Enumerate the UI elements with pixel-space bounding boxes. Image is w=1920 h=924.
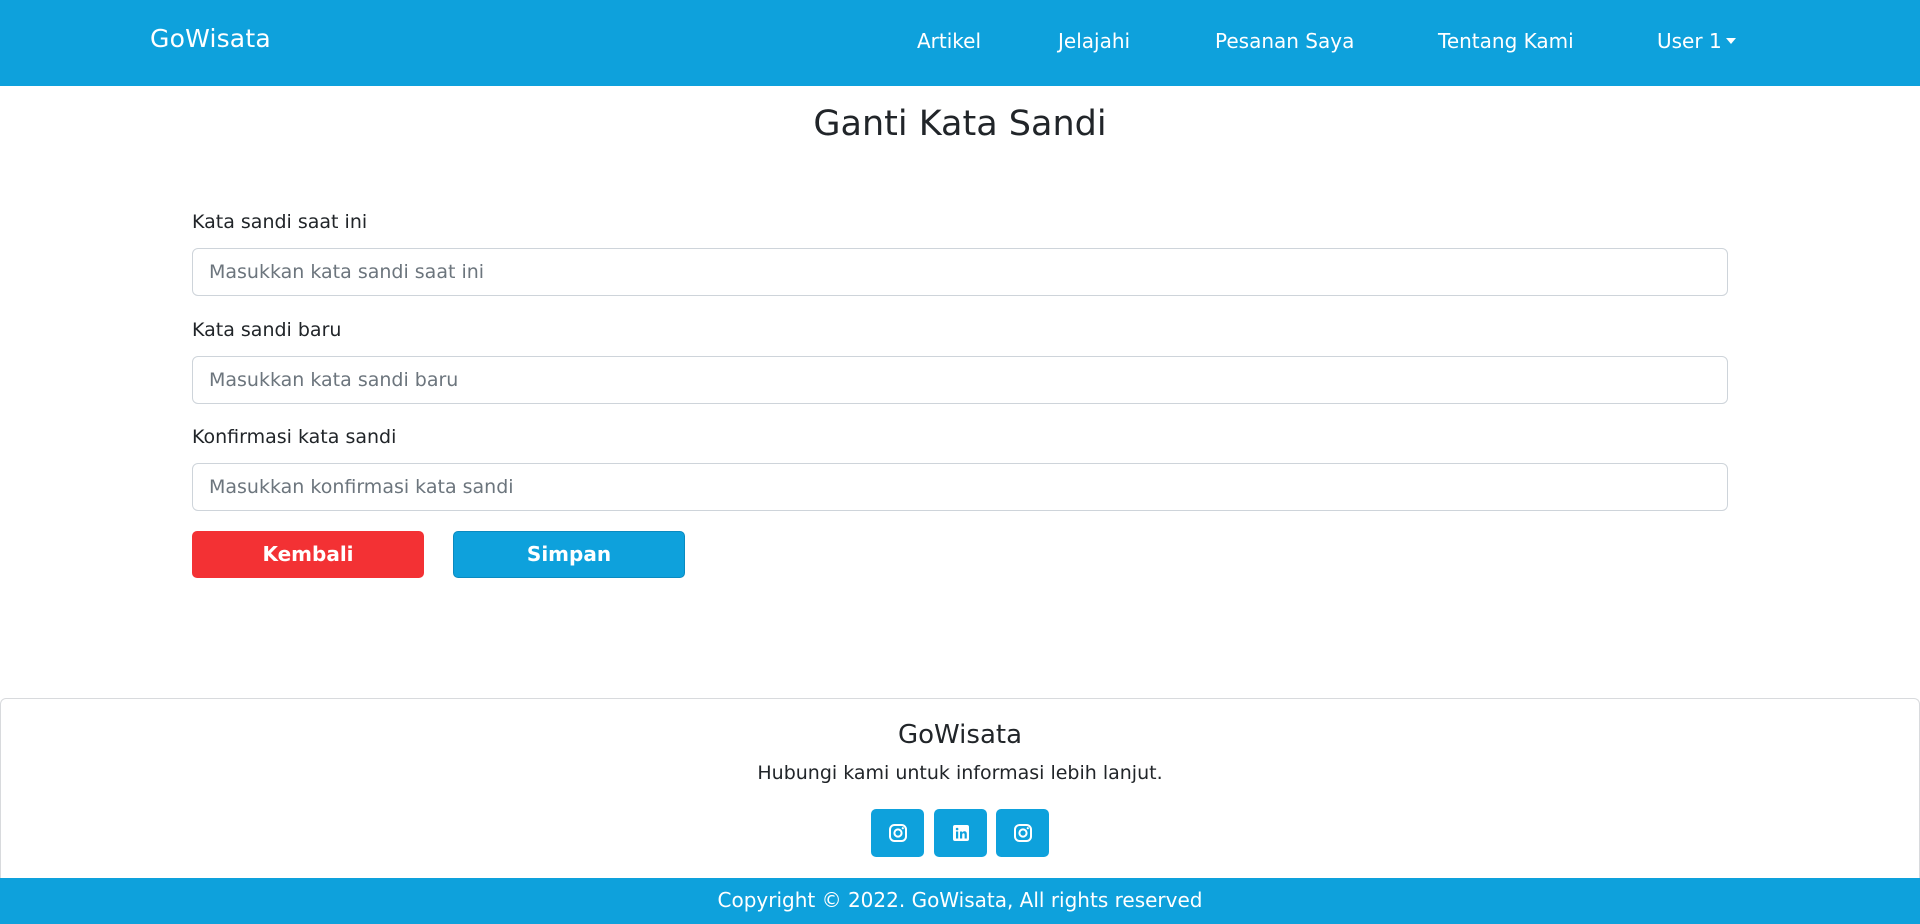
copyright-text: Copyright © 2022. GoWisata, All rights r… bbox=[717, 888, 1203, 912]
instagram-icon bbox=[1013, 824, 1032, 842]
current-password-input[interactable] bbox=[192, 248, 1728, 296]
brand-logo[interactable]: GoWisata bbox=[150, 24, 271, 53]
nav-link-pesanan-saya[interactable]: Pesanan Saya bbox=[1215, 29, 1354, 53]
nav-link-tentang-kami[interactable]: Tentang Kami bbox=[1438, 29, 1574, 53]
confirm-password-label: Konfirmasi kata sandi bbox=[192, 426, 397, 448]
instagram-link-button-2[interactable] bbox=[996, 809, 1049, 857]
new-password-label: Kata sandi baru bbox=[192, 319, 342, 341]
user-menu-dropdown[interactable]: User 1 bbox=[1657, 29, 1736, 53]
linkedin-icon bbox=[952, 825, 969, 841]
footer-tagline: Hubungi kami untuk informasi lebih lanju… bbox=[757, 762, 1163, 784]
back-button[interactable]: Kembali bbox=[192, 531, 424, 578]
instagram-icon bbox=[888, 824, 907, 842]
caret-down-icon bbox=[1725, 38, 1736, 44]
instagram-link-button[interactable] bbox=[871, 809, 924, 857]
user-menu-label: User 1 bbox=[1657, 29, 1722, 53]
save-button[interactable]: Simpan bbox=[453, 531, 685, 578]
page-title: Ganti Kata Sandi bbox=[813, 104, 1107, 144]
footer-brand: GoWisata bbox=[897, 720, 1023, 750]
top-navbar: GoWisata Artikel Jelajahi Pesanan Saya T… bbox=[0, 0, 1920, 86]
nav-link-artikel[interactable]: Artikel bbox=[917, 29, 981, 53]
new-password-input[interactable] bbox=[192, 356, 1728, 404]
current-password-label: Kata sandi saat ini bbox=[192, 211, 368, 233]
confirm-password-input[interactable] bbox=[192, 463, 1728, 511]
nav-link-jelajahi[interactable]: Jelajahi bbox=[1058, 29, 1130, 53]
linkedin-link-button[interactable] bbox=[934, 809, 987, 857]
